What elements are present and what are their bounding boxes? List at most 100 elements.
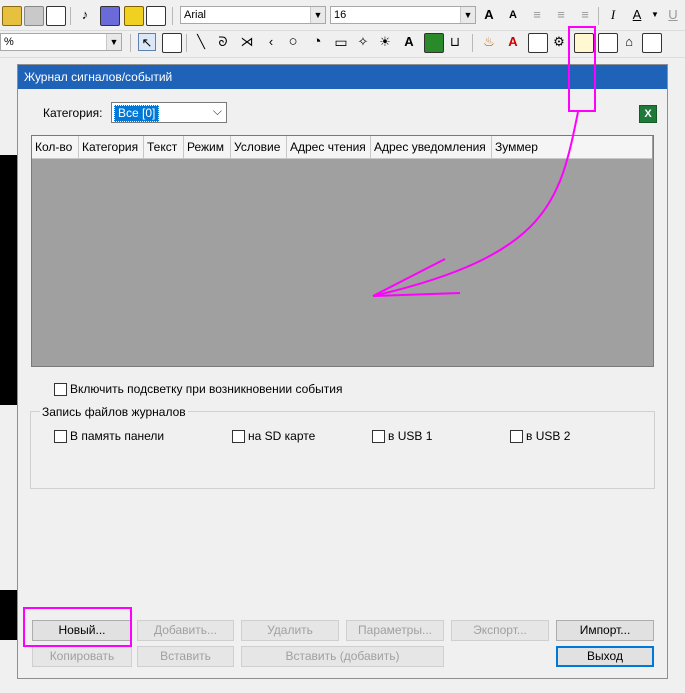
excel-export-icon[interactable]: X (639, 105, 657, 123)
font-name-value: Arial (184, 9, 207, 21)
category-select[interactable]: Все [0] ⌵ (111, 102, 227, 123)
column-header[interactable]: Текст (144, 136, 184, 158)
toolbar-separator (130, 34, 131, 52)
storage-option-label: в USB 2 (526, 429, 571, 443)
font-size-value: 16 (334, 9, 347, 21)
edit-icon[interactable] (146, 6, 166, 26)
exit-button[interactable]: Выход (556, 646, 654, 667)
bitmap-icon[interactable]: ☀ (376, 33, 394, 51)
storage-usb1-checkbox[interactable]: в USB 1 (372, 429, 432, 443)
grow-font-icon[interactable]: A (480, 6, 498, 24)
checkbox-box[interactable] (510, 429, 523, 443)
calendar-icon[interactable] (642, 33, 662, 53)
shrink-font-icon[interactable]: A (504, 6, 522, 24)
event-log-icon[interactable] (574, 33, 594, 53)
column-header[interactable]: Зуммер (492, 136, 652, 158)
highlight-checkbox[interactable]: Включить подсветку при возникновении соб… (54, 382, 342, 396)
column-header[interactable]: Адрес чтения (287, 136, 371, 158)
group-title: Запись файлов журналов (40, 405, 188, 419)
toolbar-separator (472, 34, 473, 52)
delete-button[interactable]: Удалить (241, 620, 339, 641)
highlight-checkbox-label: Включить подсветку при возникновении соб… (70, 382, 343, 396)
column-header[interactable]: Режим (184, 136, 231, 158)
chevron-down-icon: ⌵ (212, 104, 222, 118)
column-header[interactable]: Адрес уведомления (371, 136, 492, 158)
line-icon[interactable]: ╲ (192, 33, 210, 51)
music-icon[interactable]: ♪ (76, 6, 94, 24)
storage-option-label: на SD карте (248, 429, 316, 443)
background-canvas (0, 155, 17, 405)
arc-icon[interactable]: ⋊ (238, 33, 256, 51)
event-log-dialog: Журнал сигналов/событий Категория: Все [… (17, 64, 668, 679)
polyline-icon[interactable]: ᘐ (214, 33, 232, 51)
params-button[interactable]: Параметры... (346, 620, 444, 641)
pie-icon[interactable]: ◔ (308, 33, 326, 51)
text-icon[interactable]: A (400, 33, 418, 51)
background-canvas (0, 590, 17, 640)
compile-icon[interactable] (100, 6, 120, 26)
align-left-icon[interactable]: ≡ (528, 6, 546, 24)
storage-option-label: в USB 1 (388, 429, 433, 443)
star-icon[interactable]: ✧ (354, 33, 372, 51)
checkbox-box[interactable] (54, 382, 67, 396)
italic-icon[interactable]: I (604, 6, 622, 24)
zoom-combo[interactable]: % ▼ (0, 33, 122, 51)
storage-sd-checkbox[interactable]: на SD карте (232, 429, 315, 443)
import-button[interactable]: Импорт... (556, 620, 654, 641)
storage-option-label: В память панели (70, 429, 165, 443)
toolbar-separator (598, 7, 599, 25)
font-name-combo[interactable]: Arial ▼ (180, 6, 326, 24)
column-header[interactable]: Категория (79, 136, 144, 158)
properties-icon[interactable] (162, 33, 182, 53)
circle-icon[interactable]: ○ (284, 33, 302, 51)
underline-icon[interactable]: U (664, 6, 682, 24)
chevron-down-icon[interactable]: ▼ (310, 7, 325, 23)
toolbar-separator (70, 7, 71, 25)
data-icon[interactable] (528, 33, 548, 53)
zoom-value: % (4, 36, 14, 48)
storage-usb2-checkbox[interactable]: в USB 2 (510, 429, 570, 443)
toolbar-separator (172, 7, 173, 25)
picture-icon[interactable] (424, 33, 444, 53)
recipe-icon[interactable]: ⚙ (550, 33, 568, 51)
category-value: Все [0] (114, 105, 160, 122)
new-button[interactable]: Новый... (32, 620, 132, 641)
font-color-icon[interactable]: A (628, 6, 646, 24)
alarm-text-icon[interactable]: A (504, 33, 522, 51)
schedule-icon[interactable] (598, 33, 618, 53)
align-center-icon[interactable]: ≡ (552, 6, 570, 24)
storage-panel-checkbox[interactable]: В память панели (54, 429, 164, 443)
open-icon[interactable] (24, 6, 44, 26)
chevron-down-icon[interactable]: ▼ (460, 7, 475, 23)
paste-button[interactable]: Вставить (137, 646, 234, 667)
event-table[interactable]: Кол-во Категория Текст Режим Условие Адр… (31, 135, 654, 367)
home-icon[interactable]: ⌂ (620, 33, 638, 51)
log-storage-group (30, 411, 655, 489)
pointer-icon[interactable]: ↖ (138, 33, 156, 51)
column-header[interactable]: Условие (231, 136, 287, 158)
checkbox-box[interactable] (232, 429, 245, 443)
paste-add-button[interactable]: Вставить (добавить) (241, 646, 444, 667)
curve-icon[interactable]: ‹ (262, 33, 280, 51)
column-header[interactable]: Кол-во (32, 136, 79, 158)
new-icon[interactable] (2, 6, 22, 26)
checkbox-box[interactable] (372, 429, 385, 443)
font-size-combo[interactable]: 16 ▼ (330, 6, 476, 24)
chevron-down-icon[interactable]: ▼ (106, 34, 121, 50)
export-button[interactable]: Экспорт... (451, 620, 549, 641)
add-button[interactable]: Добавить... (137, 620, 234, 641)
category-label: Категория: (43, 106, 103, 120)
frame-icon[interactable]: ⊔ (446, 33, 464, 51)
rectangle-icon[interactable]: ▭ (332, 33, 350, 51)
drawing-toolbar: % ▼ ↖ ╲ ᘐ ⋊ ‹ ○ ◔ ▭ ✧ ☀ A ⊔ ♨ A ⚙ ⌂ (0, 31, 685, 58)
copy-button[interactable]: Копировать (32, 646, 132, 667)
table-header: Кол-во Категория Текст Режим Условие Адр… (32, 136, 652, 159)
main-toolbar: ♪ Arial ▼ 16 ▼ A A ≡ ≡ ≡ I A ▼ U (0, 4, 685, 31)
tag-icon[interactable]: ♨ (480, 33, 498, 51)
chevron-down-icon[interactable]: ▼ (646, 6, 664, 24)
checkbox-box[interactable] (54, 429, 67, 443)
align-right-icon[interactable]: ≡ (576, 6, 594, 24)
toolbar-separator (186, 34, 187, 52)
comment-icon[interactable] (124, 6, 144, 26)
save-icon[interactable] (46, 6, 66, 26)
